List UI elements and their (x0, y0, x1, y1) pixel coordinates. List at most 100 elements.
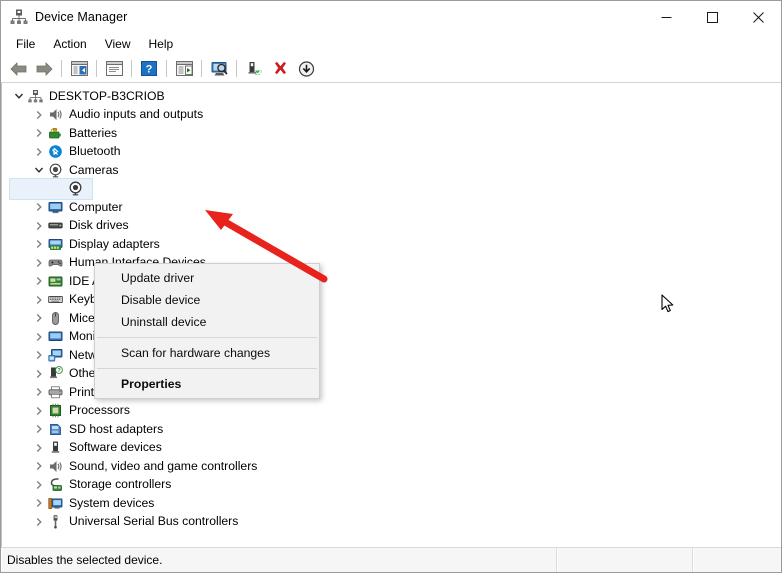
toolbar-separator (96, 60, 97, 77)
help-icon[interactable]: ? (137, 57, 161, 80)
toolbar-separator (166, 60, 167, 77)
toolbar-separator (201, 60, 202, 77)
status-pane-tertiary (693, 548, 781, 572)
chevron-down-icon[interactable] (30, 161, 47, 179)
tree-node-sd-host-adapters[interactable]: SD host adapters (10, 420, 781, 439)
other-device-icon: ? (47, 366, 64, 382)
sd-host-adapter-icon (47, 421, 64, 437)
tree-node-system-devices[interactable]: System devices (10, 494, 781, 513)
context-menu-item-update-driver[interactable]: Update driver (95, 267, 319, 289)
chevron-right-icon[interactable] (30, 439, 47, 457)
camera-device-icon (67, 181, 84, 197)
tree-node-label: SD host adapters (69, 421, 164, 436)
storage-controller-icon (47, 477, 64, 493)
tree-node-label: Storage controllers (69, 477, 172, 492)
tree-node-label: Cameras (69, 162, 119, 177)
caption-buttons (643, 1, 781, 33)
disable-device-icon[interactable] (294, 57, 318, 80)
chevron-right-icon[interactable] (30, 309, 47, 327)
tree-node-label: DESKTOP-B3CRIOB (49, 88, 165, 103)
chevron-down-icon[interactable] (10, 87, 27, 105)
uninstall-device-icon[interactable] (268, 57, 292, 80)
chevron-right-icon[interactable] (30, 217, 47, 235)
menu-action[interactable]: Action (44, 35, 95, 53)
chevron-right-icon[interactable] (30, 383, 47, 401)
processor-icon (47, 403, 64, 419)
context-menu-item-scan-for-hardware-changes[interactable]: Scan for hardware changes (95, 342, 319, 364)
speaker-icon (47, 458, 64, 474)
context-menu-item-disable-device[interactable]: Disable device (95, 289, 319, 311)
update-driver-icon[interactable] (172, 57, 196, 80)
chevron-right-icon[interactable] (30, 198, 47, 216)
chevron-right-icon[interactable] (30, 365, 47, 383)
scan-for-hardware-changes-icon[interactable] (207, 57, 231, 80)
tree-node-computer[interactable]: Computer (10, 198, 781, 217)
minimize-button[interactable] (643, 1, 689, 33)
toolbar-separator (61, 60, 62, 77)
show-hide-console-tree-icon[interactable] (67, 57, 91, 80)
context-menu[interactable]: Update driver Disable device Uninstall d… (94, 263, 320, 399)
device-tree-panel[interactable]: DESKTOP-B3CRIOB Audio inputs and outputs… (1, 83, 781, 547)
status-pane-message: Disables the selected device. (1, 548, 557, 572)
chevron-right-icon[interactable] (30, 254, 47, 272)
tree-node-label: Software devices (69, 440, 162, 455)
chevron-right-icon[interactable] (30, 494, 47, 512)
tree-node-disk-drives[interactable]: Disk drives (10, 217, 781, 236)
tree-node-batteries[interactable]: Batteries (10, 124, 781, 143)
chevron-right-icon[interactable] (30, 328, 47, 346)
tree-node-label: Audio inputs and outputs (69, 107, 204, 122)
context-menu-item-uninstall-device[interactable]: Uninstall device (95, 311, 319, 333)
chevron-right-icon[interactable] (30, 124, 47, 142)
chevron-right-icon[interactable] (30, 106, 47, 124)
tree-node-display-adapters[interactable]: Display adapters (10, 235, 781, 254)
keyboard-icon (47, 292, 64, 308)
disk-drive-icon (47, 218, 64, 234)
status-pane-secondary (557, 548, 693, 572)
chevron-right-icon[interactable] (30, 476, 47, 494)
context-menu-separator (97, 368, 317, 369)
back-icon[interactable] (6, 57, 30, 80)
chevron-right-icon[interactable] (30, 402, 47, 420)
tree-node-root[interactable]: DESKTOP-B3CRIOB (10, 87, 781, 106)
chevron-right-icon[interactable] (30, 272, 47, 290)
svg-text:?: ? (57, 368, 60, 374)
chevron-right-icon[interactable] (30, 346, 47, 364)
chevron-right-icon[interactable] (30, 513, 47, 531)
chevron-right-icon[interactable] (30, 457, 47, 475)
tree-node-label: Computer (69, 199, 123, 214)
tree-node-processors[interactable]: Processors (10, 402, 781, 421)
chevron-right-icon[interactable] (30, 420, 47, 438)
printer-icon (47, 384, 64, 400)
system-device-icon (47, 495, 64, 511)
title-bar: Device Manager (1, 1, 781, 33)
tree-node-cameras[interactable]: Cameras (10, 161, 781, 180)
chevron-right-icon[interactable] (30, 291, 47, 309)
tree-node-software-devices[interactable]: Software devices (10, 439, 781, 458)
gamepad-icon (47, 255, 64, 271)
enable-device-icon[interactable] (242, 57, 266, 80)
tree-node-sound-video-and-game-controllers[interactable]: Sound, video and game controllers (10, 457, 781, 476)
tree-node-bluetooth[interactable]: Bluetooth (10, 143, 781, 162)
tree-node-label: Processors (69, 403, 130, 418)
close-button[interactable] (735, 1, 781, 33)
menu-view[interactable]: View (96, 35, 140, 53)
tree-node-universal-serial-bus-controllers[interactable]: Universal Serial Bus controllers (10, 513, 781, 532)
context-menu-item-properties[interactable]: Properties (95, 373, 319, 395)
tree-node-storage-controllers[interactable]: Storage controllers (10, 476, 781, 495)
ide-controller-icon (47, 273, 64, 289)
chevron-right-icon[interactable] (30, 235, 47, 253)
menu-help[interactable]: Help (140, 35, 183, 53)
device-manager-icon (10, 8, 28, 26)
battery-icon (47, 125, 64, 141)
properties-icon[interactable] (102, 57, 126, 80)
forward-icon[interactable] (32, 57, 56, 80)
tree-node-camera-device[interactable] (9, 177, 781, 200)
computer-root-icon (27, 88, 44, 104)
menu-file[interactable]: File (7, 35, 44, 53)
maximize-button[interactable] (689, 1, 735, 33)
software-device-icon (47, 440, 64, 456)
tree-node-audio-inputs-and-outputs[interactable]: Audio inputs and outputs (10, 106, 781, 125)
camera-icon (47, 162, 64, 178)
chevron-right-icon[interactable] (30, 143, 47, 161)
